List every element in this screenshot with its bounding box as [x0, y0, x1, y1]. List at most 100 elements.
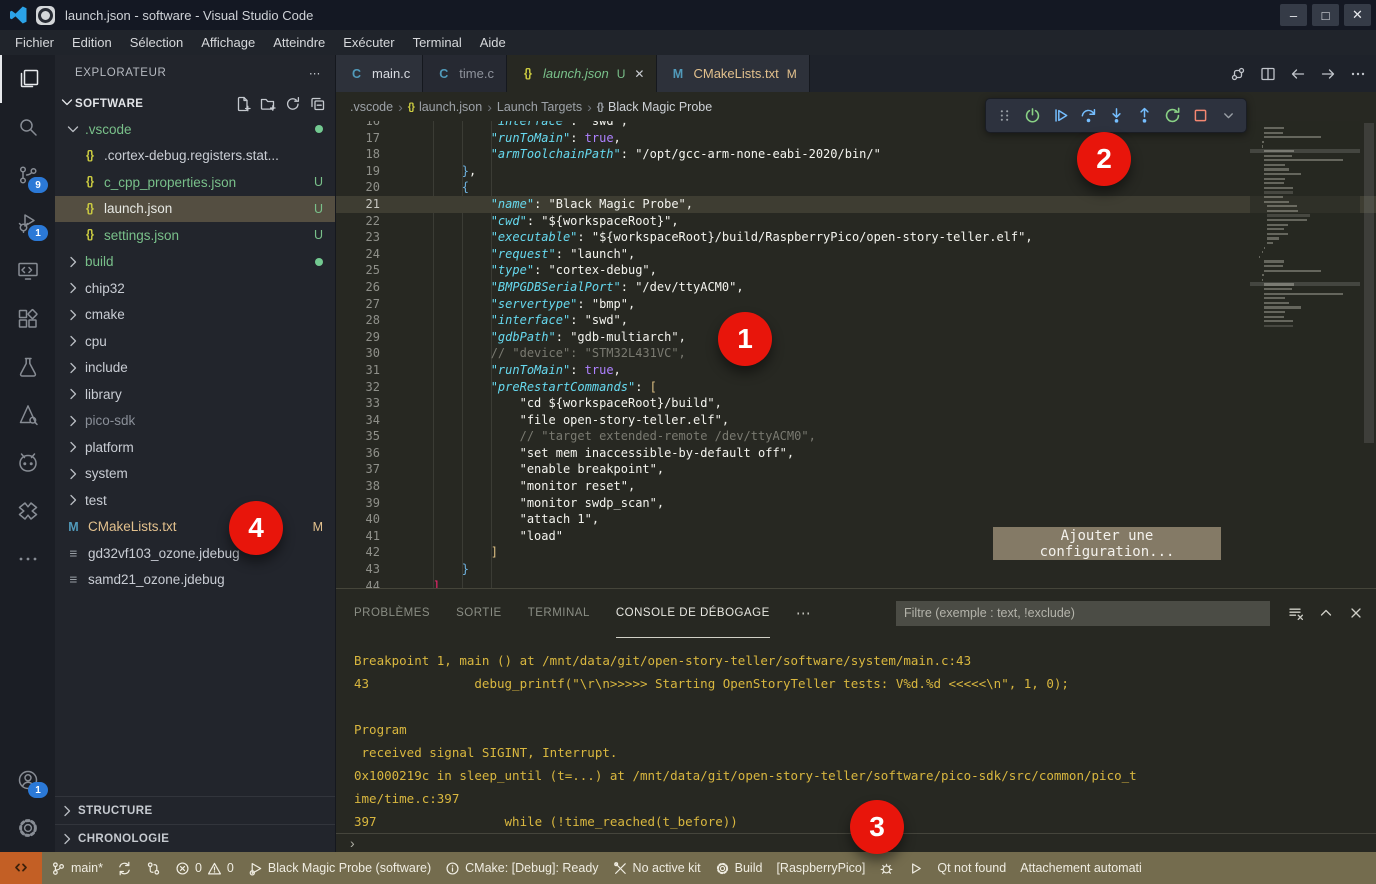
tree-item--cortex-debug-registers-stat-[interactable]: {}.cortex-debug.registers.stat...	[55, 143, 335, 170]
status-remote-indicator[interactable]	[0, 852, 42, 884]
debug-step-out-button[interactable]	[1130, 102, 1158, 129]
code-line-27[interactable]: 27 "servertype": "bmp",	[336, 296, 1376, 313]
code-line-19[interactable]: 19 },	[336, 163, 1376, 180]
status-qt-status[interactable]: Qt not found	[930, 852, 1013, 884]
code-line-26[interactable]: 26 "BMPGDBSerialPort": "/dev/ttyACM0",	[336, 279, 1376, 296]
tree-item-samd21-ozone-jdebug[interactable]: ≡samd21_ozone.jdebug	[55, 567, 335, 594]
activity-vs-logo[interactable]	[0, 487, 55, 535]
arrow-right-icon[interactable]	[1320, 66, 1336, 82]
code-line-35[interactable]: 35 // "target extended-remote /dev/ttyAC…	[336, 428, 1376, 445]
menu-edition[interactable]: Edition	[63, 30, 121, 55]
activity-source-control[interactable]: 9	[0, 151, 55, 199]
activity-cmake-tools[interactable]	[0, 391, 55, 439]
activity-run-debug[interactable]: 1	[0, 199, 55, 247]
breadcrumb-item[interactable]: Launch Targets	[497, 100, 582, 114]
tree-item-launch-json[interactable]: {}launch.jsonU	[55, 196, 335, 223]
code-line-32[interactable]: 32 "preRestartCommands": [	[336, 379, 1376, 396]
tab-main-c[interactable]: Cmain.c	[336, 55, 423, 92]
code-line-40[interactable]: 40 "attach 1",	[336, 511, 1376, 528]
code-line-25[interactable]: 25 "type": "cortex-debug",	[336, 262, 1376, 279]
debug-console-filter-input[interactable]	[896, 601, 1270, 626]
more-h-icon[interactable]	[1350, 66, 1366, 82]
code-line-36[interactable]: 36 "set mem inaccessible-by-default off"…	[336, 445, 1376, 462]
debug-stop-button[interactable]	[1186, 102, 1214, 129]
status-sync[interactable]	[110, 852, 139, 884]
activity-platformio[interactable]	[0, 439, 55, 487]
code-line-21[interactable]: 21 "name": "Black Magic Probe",	[336, 196, 1376, 213]
code-line-34[interactable]: 34 "file open-story-teller.elf",	[336, 412, 1376, 429]
minimize-button[interactable]: –	[1280, 4, 1307, 26]
status-launch-target[interactable]	[901, 852, 930, 884]
activity-more[interactable]	[0, 535, 55, 583]
menu-exécuter[interactable]: Exécuter	[334, 30, 403, 55]
code-line-30[interactable]: 30 // "device": "STM32L431VC",	[336, 345, 1376, 362]
status-git-branch[interactable]: main*	[44, 852, 110, 884]
tree-item--vscode[interactable]: .vscode	[55, 116, 335, 143]
menu-sélection[interactable]: Sélection	[121, 30, 192, 55]
tree-item-system[interactable]: system	[55, 461, 335, 488]
debug-chevron-down-small-button[interactable]	[1214, 102, 1242, 129]
tree-item-cpu[interactable]: cpu	[55, 328, 335, 355]
breadcrumb-item[interactable]: .vscode	[350, 100, 393, 114]
panel-more-actions[interactable]: ⋯	[796, 604, 811, 622]
debug-restart-button[interactable]	[1158, 102, 1186, 129]
status-debug-target[interactable]	[872, 852, 901, 884]
code-line-29[interactable]: 29 "gdbPath": "gdb-multiarch",	[336, 329, 1376, 346]
panel-tab-sortie[interactable]: SORTIE	[456, 589, 502, 638]
tree-item-platform[interactable]: platform	[55, 434, 335, 461]
tree-item-chip32[interactable]: chip32	[55, 275, 335, 302]
code-line-39[interactable]: 39 "monitor swdp_scan",	[336, 495, 1376, 512]
tree-item-cmake[interactable]: cmake	[55, 302, 335, 329]
tree-item-include[interactable]: include	[55, 355, 335, 382]
panel-tab-console-de-d-bogage[interactable]: CONSOLE DE DÉBOGAGE	[616, 589, 770, 638]
status-active-kit[interactable]: No active kit	[606, 852, 708, 884]
status-build-variant[interactable]: [RaspberryPico]	[769, 852, 872, 884]
status-problems[interactable]: 00	[168, 852, 241, 884]
status-cmake-status[interactable]: CMake: [Debug]: Ready	[438, 852, 605, 884]
debug-step-over-button[interactable]	[1074, 102, 1102, 129]
collapse-all-icon[interactable]	[309, 95, 327, 113]
tab-launch-json[interactable]: {}launch.jsonU✕	[507, 55, 658, 92]
scrollbar-thumb[interactable]	[1364, 123, 1374, 443]
activity-settings-gear[interactable]	[0, 804, 55, 852]
tree-item-build[interactable]: build	[55, 249, 335, 276]
tree-item-pico-sdk[interactable]: pico-sdk	[55, 408, 335, 435]
editor-scrollbar[interactable]	[1362, 121, 1376, 588]
tree-item-cmakelists-txt[interactable]: MCMakeLists.txtM	[55, 514, 335, 541]
activity-explorer[interactable]	[0, 55, 55, 103]
menu-affichage[interactable]: Affichage	[192, 30, 264, 55]
code-line-28[interactable]: 28 "interface": "swd",	[336, 312, 1376, 329]
tree-item-test[interactable]: test	[55, 487, 335, 514]
debug-power-button[interactable]	[1018, 102, 1046, 129]
refresh-icon[interactable]	[284, 95, 302, 113]
add-configuration-button[interactable]: Ajouter une configuration...	[993, 527, 1221, 560]
debug-step-into-button[interactable]	[1102, 102, 1130, 129]
code-line-20[interactable]: 20 {	[336, 179, 1376, 196]
code-line-18[interactable]: 18 "armToolchainPath": "/opt/gcc-arm-non…	[336, 146, 1376, 163]
code-line-33[interactable]: 33 "cd ${workspaceRoot}/build",	[336, 395, 1376, 412]
new-folder-icon[interactable]	[259, 95, 277, 113]
tree-item-c-cpp-properties-json[interactable]: {}c_cpp_properties.jsonU	[55, 169, 335, 196]
code-line-44[interactable]: 44 ]	[336, 578, 1376, 588]
maximize-button[interactable]: □	[1312, 4, 1339, 26]
status-auto-attach[interactable]: Attachement automati	[1013, 852, 1149, 884]
workspace-section-header[interactable]: SOFTWARE	[55, 91, 335, 116]
activity-remote-explorer[interactable]	[0, 247, 55, 295]
code-line-43[interactable]: 43 }	[336, 561, 1376, 578]
tab-cmakelists-txt[interactable]: MCMakeLists.txtM	[657, 55, 809, 92]
status-git-compare[interactable]	[139, 852, 168, 884]
close-tab-icon[interactable]: ✕	[634, 67, 644, 81]
activity-account[interactable]: 1	[0, 756, 55, 804]
code-line-37[interactable]: 37 "enable breakpoint",	[336, 461, 1376, 478]
menu-atteindre[interactable]: Atteindre	[264, 30, 334, 55]
code-line-31[interactable]: 31 "runToMain": true,	[336, 362, 1376, 379]
panel-tab-terminal[interactable]: TERMINAL	[528, 589, 590, 638]
panel-tab-probl-mes[interactable]: PROBLÈMES	[354, 589, 430, 638]
close-icon[interactable]	[1348, 605, 1364, 621]
tree-item-library[interactable]: library	[55, 381, 335, 408]
tree-item-settings-json[interactable]: {}settings.jsonU	[55, 222, 335, 249]
code-line-22[interactable]: 22 "cwd": "${workspaceRoot}",	[336, 213, 1376, 230]
code-line-23[interactable]: 23 "executable": "${workspaceRoot}/build…	[336, 229, 1376, 246]
clear-console-icon[interactable]	[1288, 605, 1304, 621]
debug-continue-button[interactable]	[1046, 102, 1074, 129]
